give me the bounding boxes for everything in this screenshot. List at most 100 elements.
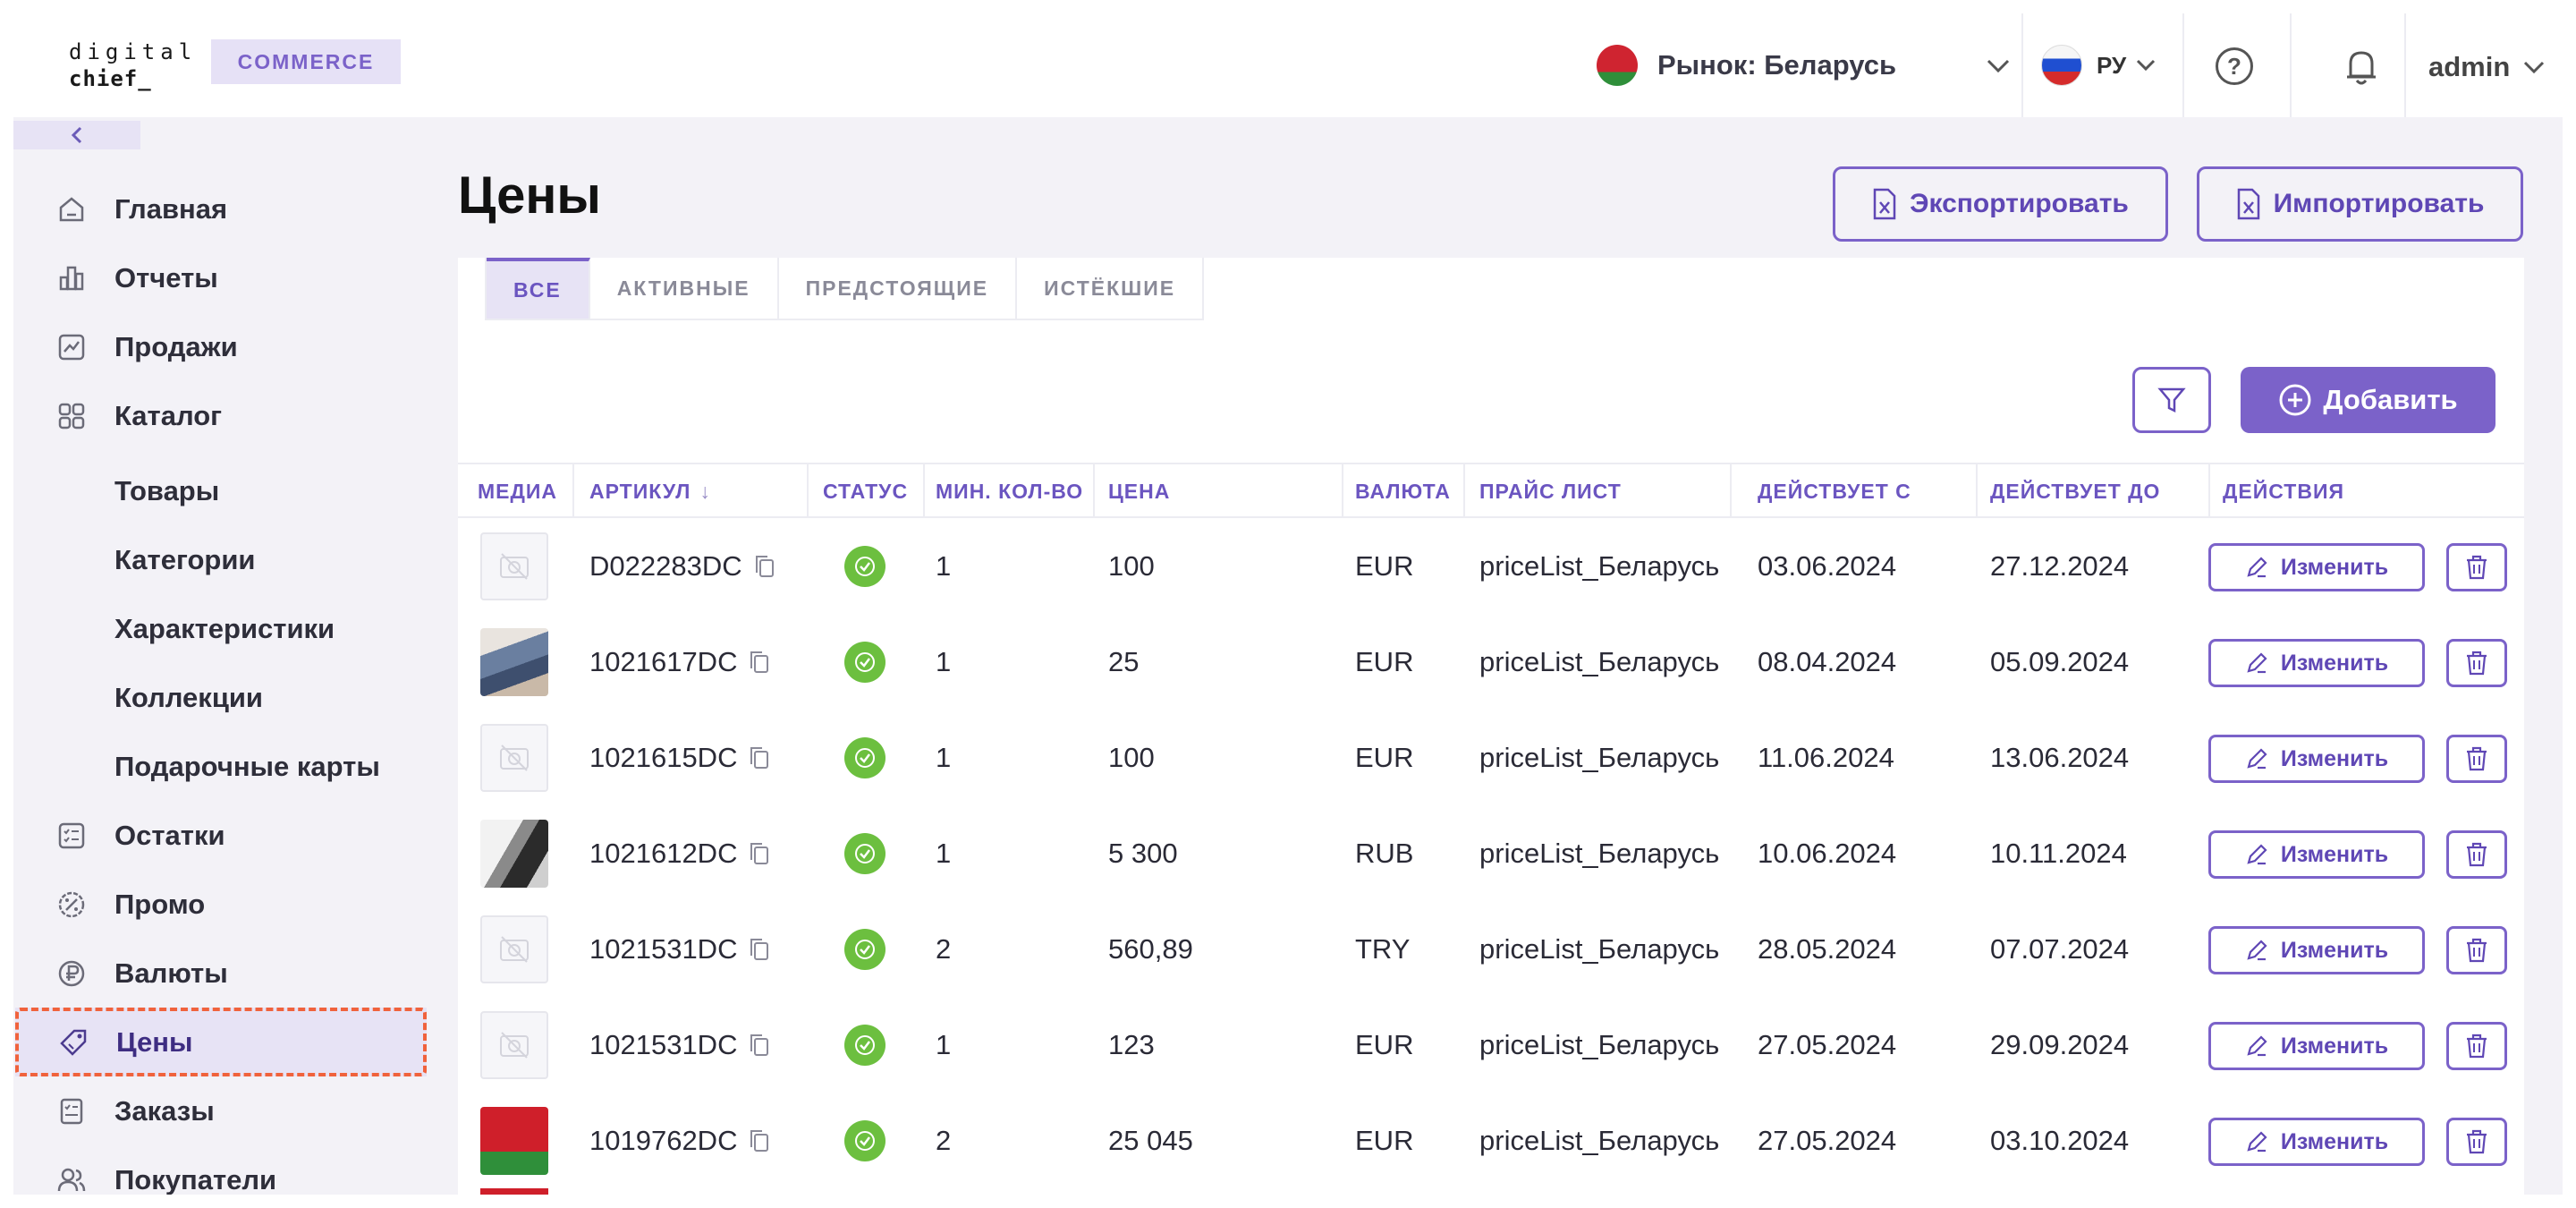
sidebar-item-gift-cards[interactable]: Подарочные карты [13,732,434,801]
sku-cell: 1021612DC [589,805,771,901]
price-cell: 560,89 [1108,932,1193,965]
tab-active[interactable]: АКТИВНЫЕ [590,258,779,319]
sku-cell: 1021531DC [589,901,771,997]
sidebar-item-label: Промо [114,888,206,920]
column-divider [1093,464,1095,518]
valid-from-cell: 28.05.2024 [1758,932,1897,965]
sidebar-item-orders[interactable]: Заказы [13,1076,434,1145]
product-media [480,820,548,888]
promo-icon [58,891,85,917]
chevron-down-icon[interactable] [1986,58,2011,74]
sidebar-item-reports[interactable]: Отчеты [13,243,434,312]
tab-expired[interactable]: ИСТЁКШИЕ [1017,258,1202,319]
market-selector[interactable]: Рынок: Беларусь [1597,38,1896,92]
language-selector[interactable]: РУ [2041,38,2157,92]
sku-cell: D022283DC [589,518,776,614]
sidebar-item-label: Валюты [114,957,228,989]
trash-icon [2467,1034,2487,1059]
no-image-icon [500,936,529,963]
column-header-price: ЦЕНА [1108,479,1171,503]
status-cell [844,518,886,614]
column-header-label: АРТИКУЛ [589,479,691,503]
sidebar-item-collections[interactable]: Коллекции [13,663,434,732]
price-cell: 100 [1108,741,1155,773]
currency-cell: EUR [1355,1124,1414,1156]
valid-from-cell: 27.05.2024 [1758,1028,1897,1060]
copy-icon[interactable] [748,1033,771,1058]
import-button[interactable]: Импортировать [2197,166,2523,242]
delete-button[interactable] [2446,639,2507,687]
sku-value: D022283DC [589,549,742,582]
status-cell [844,710,886,805]
sidebar-item-customers[interactable]: Покупатели [13,1145,434,1195]
copy-icon[interactable] [748,937,771,962]
pencil-icon [2247,652,2267,674]
table-row: 1021531DC 1 123 EUR priceList_Беларусь 27.05.… [458,997,2524,1093]
min-qty-cell: 1 [936,549,952,582]
sku-value: 1019762DC [589,1124,738,1156]
edit-button[interactable]: Изменить [2208,543,2425,591]
pencil-icon [2247,748,2267,770]
export-button[interactable]: Экспортировать [1833,166,2168,242]
delete-button[interactable] [2446,1118,2507,1166]
edit-button[interactable]: Изменить [2208,1118,2425,1166]
header-divider [2290,13,2292,117]
pricelist-cell: priceList_Беларусь [1479,837,1720,869]
status-active-icon [844,1119,886,1161]
trash-icon [2467,555,2487,580]
min-qty-cell: 1 [936,837,952,869]
edit-button[interactable]: Изменить [2208,1022,2425,1070]
column-header-sku[interactable]: АРТИКУЛ ↓ [589,464,711,518]
sidebar-item-home[interactable]: Главная [13,174,434,243]
product-media [480,724,548,792]
copy-icon[interactable] [753,554,776,579]
sidebar-item-products[interactable]: Товары [13,456,434,525]
edit-button[interactable]: Изменить [2208,830,2425,879]
help-icon[interactable]: ? [2216,47,2253,85]
copy-icon[interactable] [748,745,771,770]
delete-button[interactable] [2446,1022,2507,1070]
trash-icon [2467,938,2487,963]
delete-button[interactable] [2446,830,2507,879]
edit-button[interactable]: Изменить [2208,735,2425,783]
min-qty-cell: 1 [936,1028,952,1060]
sidebar-item-attributes[interactable]: Характеристики [13,594,434,663]
header-divider [2021,13,2023,117]
bell-icon[interactable] [2343,47,2379,87]
column-divider [1976,464,1978,518]
tab-upcoming[interactable]: ПРЕДСТОЯЩИЕ [779,258,1018,319]
delete-button[interactable] [2446,543,2507,591]
add-button[interactable]: Добавить [2241,367,2496,433]
user-menu[interactable]: admin [2428,40,2546,94]
valid-from-cell: 08.04.2024 [1758,645,1897,677]
copy-icon[interactable] [748,1128,771,1153]
sidebar-item-sales[interactable]: Продажи [13,312,434,381]
edit-button[interactable]: Изменить [2208,926,2425,974]
sidebar-collapse-button[interactable] [13,121,140,149]
sidebar-item-currencies[interactable]: Валюты [13,939,434,1008]
edit-button-label: Изменить [2280,937,2389,963]
logo[interactable]: digital chief_ [69,38,197,92]
no-image-icon [500,744,529,771]
status-active-icon [844,928,886,970]
copy-icon[interactable] [748,841,771,866]
orders-icon [60,1098,83,1124]
edit-button-label: Изменить [2280,745,2389,771]
valid-to-cell: 03.10.2024 [1990,1124,2130,1156]
copy-icon[interactable] [748,650,771,675]
sidebar-item-stock[interactable]: Остатки [13,801,434,870]
sort-arrow-icon: ↓ [699,479,711,503]
sidebar-item-promo[interactable]: Промо [13,870,434,939]
edit-button[interactable]: Изменить [2208,639,2425,687]
table-row: D022283DC 1 100 EUR priceList_Беларусь 03.06.… [458,518,2524,614]
home-icon [59,196,84,221]
sidebar-item-catalog[interactable]: Каталог [13,381,434,450]
delete-button[interactable] [2446,735,2507,783]
delete-button[interactable] [2446,926,2507,974]
user-name: admin [2428,51,2511,82]
tab-all[interactable]: ВСЕ [487,258,590,319]
sidebar-item-prices[interactable]: Цены [15,1008,427,1076]
sidebar-item-categories[interactable]: Категории [13,525,434,594]
filter-button[interactable] [2132,367,2211,433]
status-active-icon [844,641,886,683]
